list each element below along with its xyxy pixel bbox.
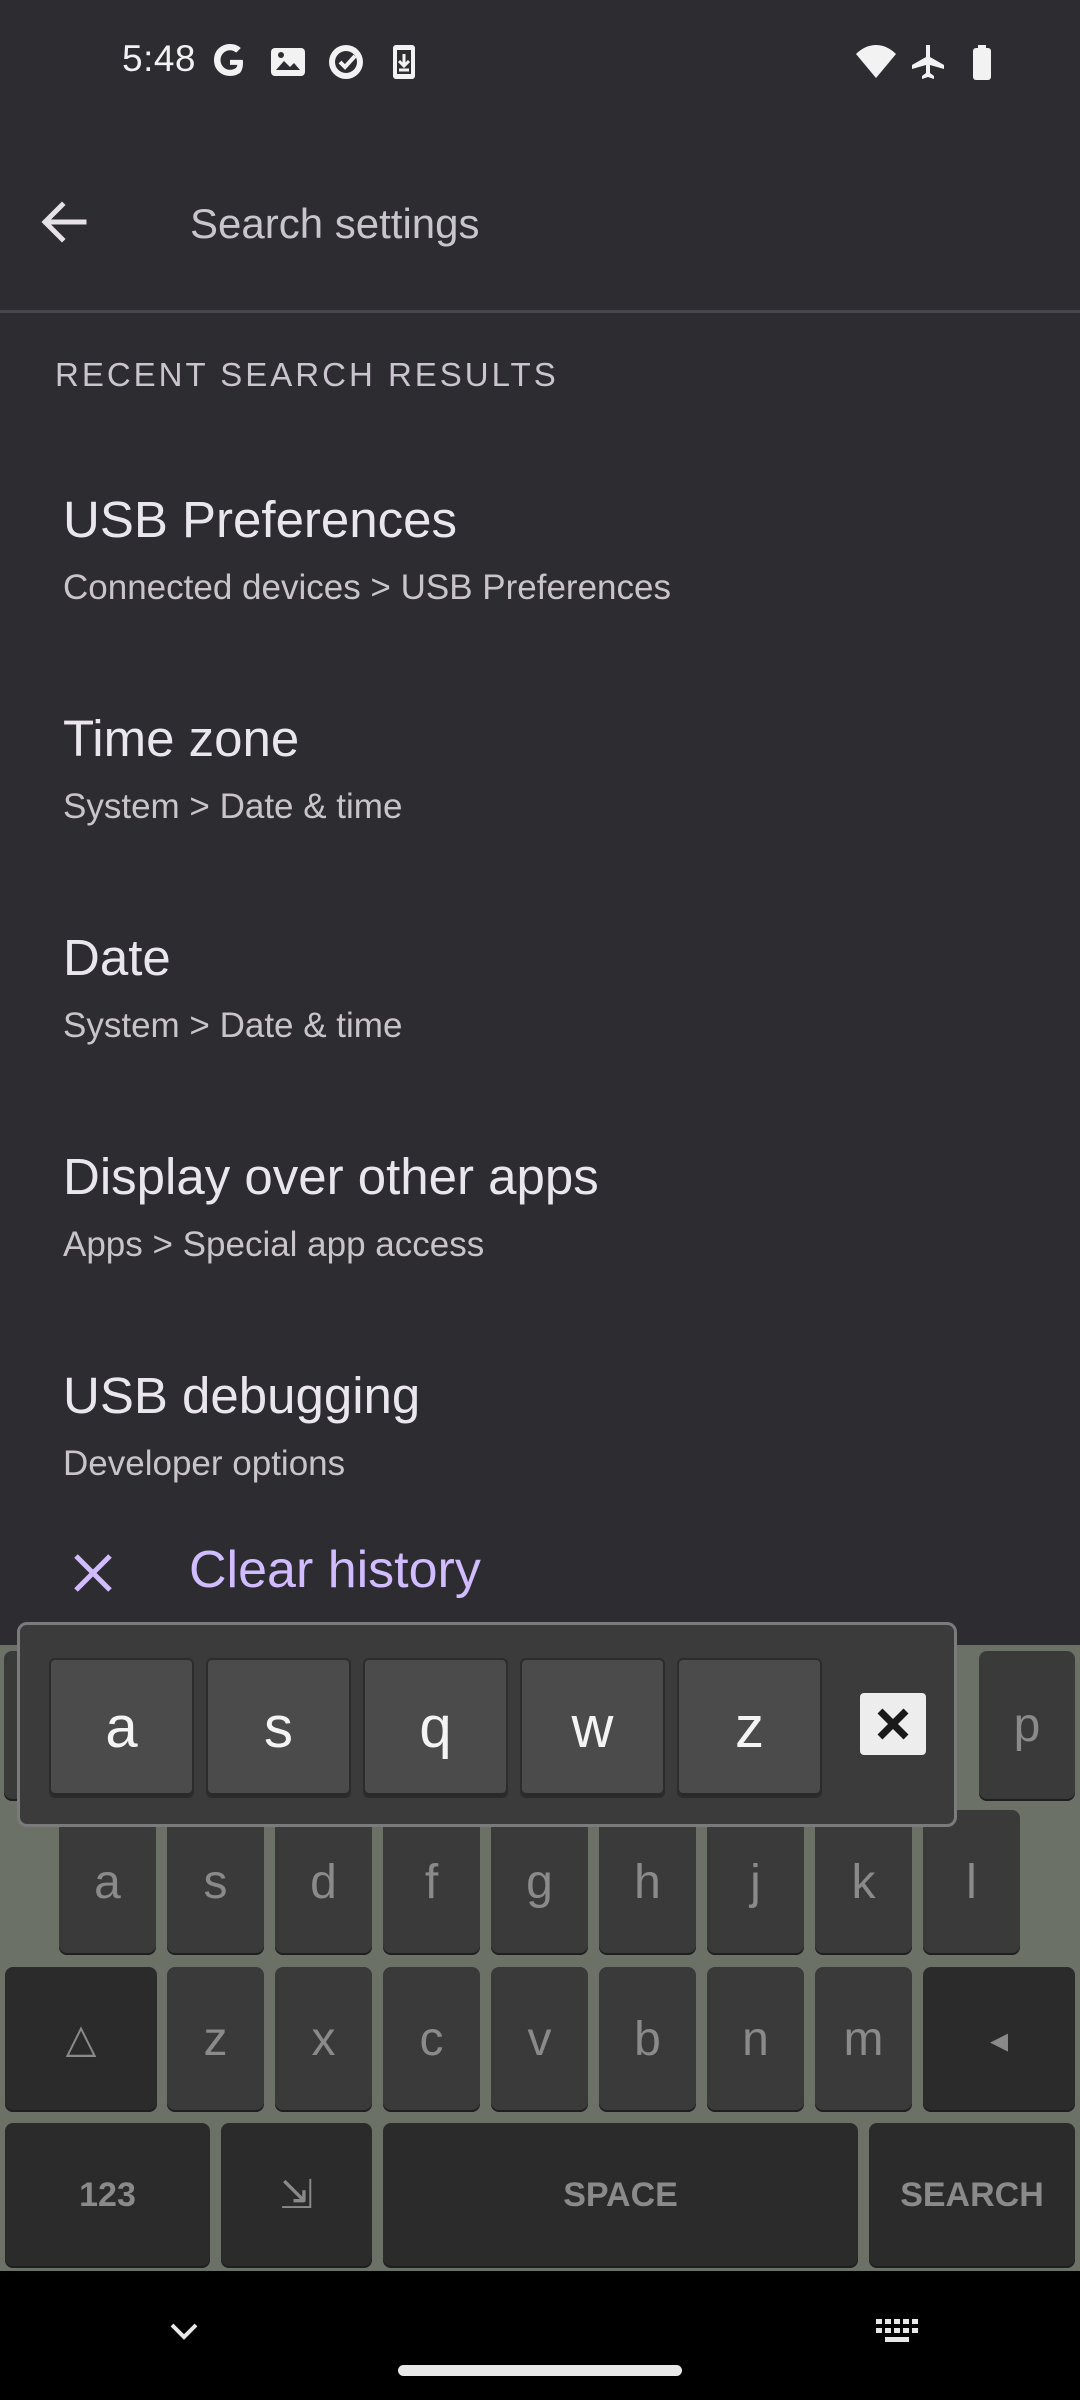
key-label: h xyxy=(634,1856,661,1909)
list-item[interactable]: Display over other apps Apps > Special a… xyxy=(0,1117,1080,1327)
key-label: k xyxy=(851,1856,876,1909)
key-n[interactable]: n xyxy=(707,1967,804,2112)
key-label: c xyxy=(419,2013,444,2066)
shift-icon: △ xyxy=(65,2017,97,2061)
key-s[interactable]: s xyxy=(167,1810,264,1955)
tasks-check-icon xyxy=(329,45,363,79)
key-c[interactable]: c xyxy=(383,1967,480,2112)
suggestion-key[interactable]: w xyxy=(520,1658,665,1798)
list-item[interactable]: USB debugging Developer options xyxy=(0,1336,1080,1546)
key-label: b xyxy=(634,2013,661,2066)
space-key[interactable]: SPACE xyxy=(383,2123,858,2268)
key-label: d xyxy=(310,1856,337,1909)
key-j[interactable]: j xyxy=(707,1810,804,1955)
result-title: Display over other apps xyxy=(63,1148,599,1205)
backspace-key[interactable]: ◂ xyxy=(923,1967,1075,2112)
close-icon xyxy=(74,1554,112,1592)
key-label: 123 xyxy=(79,2176,136,2214)
key-f[interactable]: f xyxy=(383,1810,480,1955)
key-label: n xyxy=(742,2013,769,2066)
keyboard-icon[interactable] xyxy=(872,2307,922,2357)
result-path: Apps > Special app access xyxy=(63,1225,485,1264)
key-g[interactable]: g xyxy=(491,1810,588,1955)
key-label: v xyxy=(527,2013,552,2066)
suggestion-key[interactable]: s xyxy=(206,1658,351,1798)
shift-key[interactable]: △ xyxy=(5,1967,157,2112)
numbers-key[interactable]: 123 xyxy=(5,2123,210,2268)
key-label: f xyxy=(424,1856,439,1909)
key-v[interactable]: v xyxy=(491,1967,588,2112)
key-label: a xyxy=(94,1856,121,1909)
wifi-icon xyxy=(856,45,896,78)
key-label: g xyxy=(526,1856,553,1909)
key-label: s xyxy=(203,1856,228,1909)
key-label: m xyxy=(843,2013,884,2066)
key-suggestions-popup: a s q w z xyxy=(17,1622,957,1827)
key-a[interactable]: a xyxy=(59,1810,156,1955)
clear-history-label: Clear history xyxy=(189,1541,481,1599)
keyboard-dismiss-key[interactable]: ⇲ xyxy=(221,2123,372,2268)
key-label: x xyxy=(311,2013,336,2066)
key-p[interactable]: p xyxy=(979,1651,1075,1801)
chevron-down-icon[interactable] xyxy=(160,2307,208,2355)
key-label: l xyxy=(966,1856,977,1909)
key-label: j xyxy=(750,1856,761,1909)
google-g-icon xyxy=(214,44,243,76)
key-d[interactable]: d xyxy=(275,1810,372,1955)
search-input[interactable] xyxy=(188,188,1012,260)
key-label: z xyxy=(203,2013,228,2066)
close-icon xyxy=(877,1708,909,1740)
suggestion-key[interactable]: z xyxy=(677,1658,822,1798)
result-title: Time zone xyxy=(63,710,300,767)
status-time: 5:48 xyxy=(122,38,197,79)
download-icon xyxy=(393,45,415,79)
list-item[interactable]: USB Preferences Connected devices > USB … xyxy=(0,460,1080,670)
key-b[interactable]: b xyxy=(599,1967,696,2112)
key-x[interactable]: x xyxy=(275,1967,372,2112)
search-key[interactable]: SEARCH xyxy=(869,2123,1075,2268)
list-item[interactable]: Date System > Date & time xyxy=(0,898,1080,1108)
home-handle[interactable] xyxy=(398,2365,682,2376)
search-header xyxy=(0,124,1080,313)
result-path: System > Date & time xyxy=(63,787,403,826)
backspace-icon: ◂ xyxy=(989,2019,1009,2060)
status-bar: 5:48 xyxy=(0,0,1080,124)
suggestion-key[interactable]: a xyxy=(49,1658,194,1798)
result-path: System > Date & time xyxy=(63,1006,403,1045)
result-title: USB Preferences xyxy=(63,491,458,548)
key-l[interactable]: l xyxy=(923,1810,1020,1955)
result-title: Date xyxy=(63,929,171,986)
suggestion-key[interactable]: q xyxy=(363,1658,508,1798)
battery-icon xyxy=(973,45,991,80)
result-path: Connected devices > USB Preferences xyxy=(63,568,671,607)
clear-history-button[interactable]: Clear history xyxy=(0,1518,1080,1628)
key-h[interactable]: h xyxy=(599,1810,696,1955)
photos-icon xyxy=(271,48,305,76)
close-suggestions-button[interactable] xyxy=(860,1693,926,1755)
airplane-mode-icon xyxy=(912,45,944,79)
navigation-bar xyxy=(0,2271,1080,2400)
list-item[interactable]: Time zone System > Date & time xyxy=(0,679,1080,889)
key-k[interactable]: k xyxy=(815,1810,912,1955)
key-z[interactable]: z xyxy=(167,1967,264,2112)
dismiss-icon: ⇲ xyxy=(279,2173,314,2217)
key-label: SPACE xyxy=(563,2176,678,2214)
section-header: RECENT SEARCH RESULTS xyxy=(55,356,559,393)
result-title: USB debugging xyxy=(63,1367,421,1424)
key-label: SEARCH xyxy=(900,2176,1044,2214)
back-arrow-icon[interactable] xyxy=(32,190,96,254)
key-label: p xyxy=(1013,1699,1041,1752)
key-m[interactable]: m xyxy=(815,1967,912,2112)
result-path: Developer options xyxy=(63,1444,346,1483)
